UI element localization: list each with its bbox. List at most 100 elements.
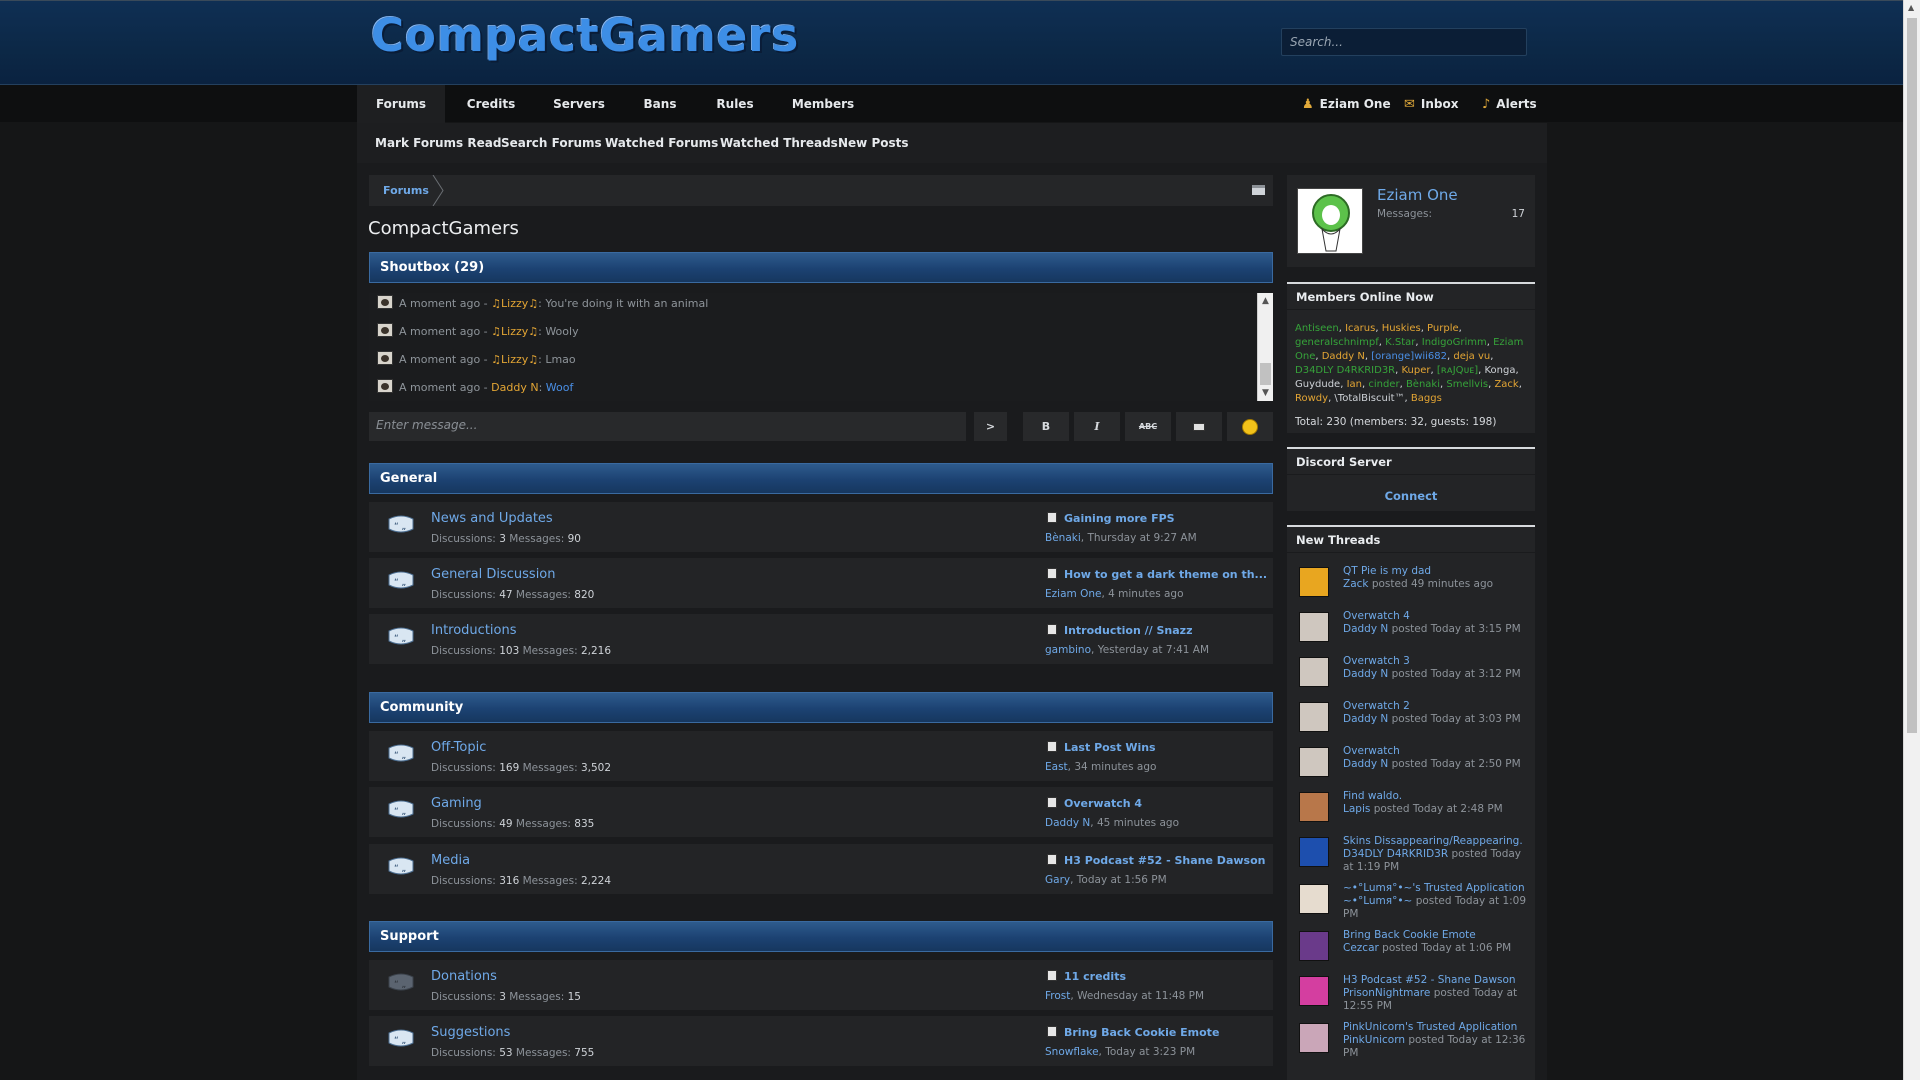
last-post-user[interactable]: Daddy N	[1045, 817, 1090, 829]
new-thread-title[interactable]: QT Pie is my dad	[1343, 565, 1533, 578]
online-member[interactable]: Huskies	[1382, 323, 1421, 334]
new-thread-user[interactable]: Lapis	[1343, 803, 1370, 815]
watched-threads-link[interactable]: Watched Threads	[720, 123, 838, 163]
avatar[interactable]	[1299, 884, 1329, 914]
strikethrough-button[interactable]: ABC	[1125, 412, 1171, 441]
online-member[interactable]: Bènaki	[1406, 379, 1440, 390]
last-post-user[interactable]: Frost	[1045, 990, 1070, 1002]
online-member[interactable]: [orange]wii682	[1371, 351, 1447, 362]
last-post-time[interactable]: 34 minutes ago	[1074, 761, 1156, 773]
shoutbox-scrollbar[interactable]: ▲ ▼	[1257, 293, 1273, 401]
new-thread-user[interactable]: ~•°Lumя°•~	[1343, 895, 1412, 907]
new-thread-user[interactable]: PrisonNightmare	[1343, 987, 1430, 999]
scrollbar-thumb[interactable]	[1907, 18, 1917, 733]
avatar[interactable]	[1299, 747, 1329, 777]
watched-forums-link[interactable]: Watched Forums	[605, 123, 718, 163]
forum-title[interactable]: Suggestions	[431, 1025, 510, 1040]
new-thread-title[interactable]: Overwatch 4	[1343, 610, 1533, 623]
toggle-layout-icon[interactable]	[1252, 185, 1265, 195]
last-post-title[interactable]: Introduction // Snazz	[1047, 624, 1192, 637]
shout-user[interactable]: Daddy N	[491, 381, 538, 394]
mark-forums-read-link[interactable]: Mark Forums Read	[375, 123, 501, 163]
forum-title[interactable]: Media	[431, 853, 470, 868]
new-thread-user[interactable]: Zack	[1343, 578, 1368, 590]
tab-rules[interactable]: Rules	[699, 85, 771, 123]
online-member[interactable]: cinder	[1368, 379, 1399, 390]
online-member[interactable]: Baggs	[1411, 393, 1442, 404]
avatar[interactable]	[1299, 931, 1329, 961]
last-post-title[interactable]: Overwatch 4	[1047, 797, 1142, 810]
image-button[interactable]	[1176, 412, 1222, 441]
online-member[interactable]: Purple	[1427, 323, 1459, 334]
last-post-time[interactable]: Yesterday at 7:41 AM	[1098, 644, 1209, 656]
last-post-title[interactable]: 11 credits	[1047, 970, 1126, 983]
last-post-time[interactable]: Today at 3:23 PM	[1105, 1046, 1195, 1058]
online-member[interactable]: generalschnimpf	[1295, 337, 1379, 348]
online-member[interactable]: Konga	[1484, 365, 1515, 376]
new-thread-title[interactable]: Bring Back Cookie Emote	[1343, 929, 1533, 942]
italic-button[interactable]: I	[1074, 412, 1120, 441]
online-member[interactable]: K.Star	[1385, 337, 1415, 348]
online-member[interactable]: [ʀᴀJQᴜᴇ]	[1437, 365, 1478, 376]
scroll-up-icon[interactable]: ▲	[1908, 3, 1914, 12]
avatar[interactable]	[1299, 792, 1329, 822]
scroll-down-icon[interactable]: ▼	[1258, 386, 1273, 400]
online-member[interactable]: IndigoGrimm	[1422, 337, 1487, 348]
new-thread-title[interactable]: Skins Dissappearing/Reappearing.	[1343, 835, 1533, 848]
scroll-up-icon[interactable]: ▲	[1258, 294, 1273, 308]
new-posts-link[interactable]: New Posts	[838, 123, 909, 163]
category-header-community[interactable]: Community	[369, 692, 1273, 723]
new-thread-title[interactable]: Overwatch 2	[1343, 700, 1533, 713]
new-thread-user[interactable]: PinkUnicorn	[1343, 1034, 1405, 1046]
last-post-title[interactable]: Last Post Wins	[1047, 741, 1156, 754]
emoji-button[interactable]	[1227, 412, 1273, 441]
shout-send-button[interactable]: >	[974, 412, 1007, 441]
tab-members[interactable]: Members	[771, 85, 875, 123]
new-thread-user[interactable]: Daddy N	[1343, 758, 1388, 770]
online-member[interactable]: Kuper	[1402, 365, 1431, 376]
online-member[interactable]: Guydude	[1295, 379, 1340, 390]
new-thread-title[interactable]: Overwatch	[1343, 745, 1533, 758]
forum-title[interactable]: Off-Topic	[431, 740, 486, 755]
online-member[interactable]: Icarus	[1345, 323, 1375, 334]
last-post-title[interactable]: How to get a dark theme on th...	[1047, 568, 1267, 581]
last-post-time[interactable]: Wednesday at 11:48 PM	[1077, 990, 1204, 1002]
last-post-user[interactable]: Gary	[1045, 874, 1070, 886]
nav-user[interactable]: ♟ Eziam One	[1302, 85, 1391, 123]
forum-title[interactable]: Introductions	[431, 623, 517, 638]
avatar[interactable]	[377, 351, 393, 365]
online-member[interactable]: deja vu	[1453, 351, 1490, 362]
shout-user[interactable]: ♫Lizzy♫	[491, 297, 538, 310]
online-member[interactable]: Smellvis	[1446, 379, 1488, 390]
new-thread-title[interactable]: H3 Podcast #52 - Shane Dawson	[1343, 974, 1533, 987]
forum-title[interactable]: Gaming	[431, 796, 482, 811]
category-header-support[interactable]: Support	[369, 921, 1273, 952]
category-header-general[interactable]: General	[369, 463, 1273, 494]
new-thread-title[interactable]: Find waldo.	[1343, 790, 1533, 803]
page-scrollbar[interactable]: ▲	[1903, 0, 1920, 1080]
last-post-title[interactable]: Bring Back Cookie Emote	[1047, 1026, 1219, 1039]
scrollbar-thumb[interactable]	[1260, 363, 1271, 385]
online-member[interactable]: Ian	[1347, 379, 1362, 390]
breadcrumb-forums[interactable]: Forums	[383, 175, 429, 206]
online-member[interactable]: \TotalBiscuit™	[1334, 393, 1404, 404]
site-logo[interactable]: CompactGamers	[371, 9, 799, 62]
avatar[interactable]	[1299, 837, 1329, 867]
forum-title[interactable]: General Discussion	[431, 567, 556, 582]
shoutbox-header[interactable]: Shoutbox (29)	[369, 252, 1273, 283]
shout-message-input[interactable]: Enter message...	[369, 412, 966, 441]
online-member[interactable]: Zack	[1494, 379, 1518, 390]
last-post-user[interactable]: Snowflake	[1045, 1046, 1099, 1058]
online-member[interactable]: Antiseen	[1295, 323, 1339, 334]
new-thread-user[interactable]: Cezcar	[1343, 942, 1379, 954]
online-member[interactable]: Rowdy	[1295, 393, 1328, 404]
discord-connect-link[interactable]: Connect	[1287, 489, 1535, 503]
last-post-title[interactable]: H3 Podcast #52 - Shane Dawson	[1047, 854, 1265, 867]
shout-user[interactable]: ♫Lizzy♫	[491, 325, 538, 338]
last-post-user[interactable]: Eziam One	[1045, 588, 1101, 600]
last-post-user[interactable]: Bènaki	[1045, 532, 1081, 544]
new-thread-user[interactable]: D34DLY D4RKRID3R	[1343, 848, 1448, 860]
last-post-time[interactable]: Thursday at 9:27 AM	[1087, 532, 1196, 544]
avatar[interactable]	[377, 295, 393, 309]
last-post-time[interactable]: 4 minutes ago	[1108, 588, 1183, 600]
